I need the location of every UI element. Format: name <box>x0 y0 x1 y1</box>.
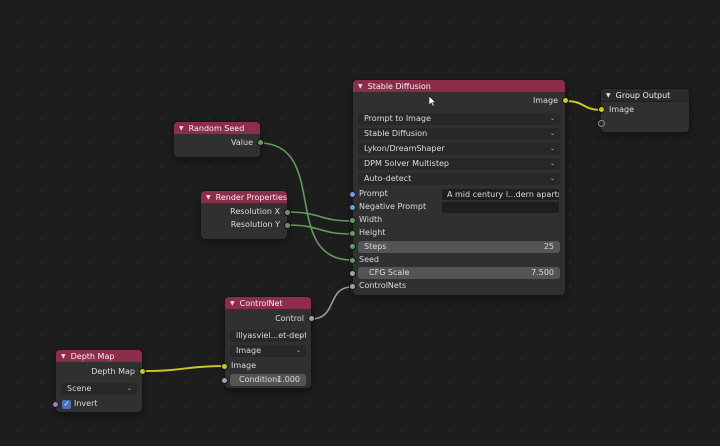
cfg-scale-label: CFG Scale <box>369 268 410 277</box>
node-title: Stable Diffusion <box>367 81 431 91</box>
negative-prompt-socket[interactable] <box>349 204 356 211</box>
depth-map-node[interactable]: ▼ Depth Map Depth Map Scene ⌄ ✓ Invert <box>52 350 146 412</box>
height-socket[interactable] <box>349 230 356 237</box>
collapse-arrow-icon[interactable]: ▼ <box>61 353 66 360</box>
stable-diffusion-node[interactable]: ▼ Stable Diffusion Image Prompt to Image… <box>349 80 569 295</box>
steps-value: 25 <box>543 242 554 251</box>
chevron-down-icon: ⌄ <box>549 115 555 122</box>
group-output-image-label: Image <box>609 105 635 114</box>
chevron-down-icon: ⌄ <box>126 385 132 392</box>
negative-prompt-label: Negative Prompt <box>359 202 427 211</box>
value-socket[interactable] <box>257 139 264 146</box>
backend-dropdown[interactable]: Stable Diffusion ⌄ <box>358 128 560 140</box>
chevron-down-icon: ⌄ <box>549 160 555 167</box>
controlnet-node[interactable]: ▼ ControlNet Control lllyasviel...et-dep… <box>221 297 315 388</box>
collapse-arrow-icon[interactable]: ▼ <box>230 300 235 307</box>
prompt-socket[interactable] <box>349 191 356 198</box>
resolution-x-label: Resolution X <box>230 207 280 216</box>
collapse-arrow-icon[interactable]: ▼ <box>179 125 184 132</box>
stable-diffusion-header[interactable]: ▼ Stable Diffusion <box>353 80 565 92</box>
render-properties-header[interactable]: ▼ Render Properties <box>201 191 287 203</box>
resolution-y-socket[interactable] <box>284 222 291 229</box>
cfg-scale-socket[interactable] <box>349 270 356 277</box>
controlnets-label: ControlNets <box>359 281 407 290</box>
control-socket[interactable] <box>308 315 315 322</box>
steps-label: Steps <box>364 242 387 251</box>
link-control-to-controlnets[interactable] <box>310 286 353 320</box>
width-socket[interactable] <box>349 217 356 224</box>
seed-socket[interactable] <box>349 257 356 264</box>
controlnet-model-dropdown[interactable]: lllyasviel...et-depth ⌄ <box>230 330 306 342</box>
mode-dropdown[interactable]: Prompt to Image ⌄ <box>358 113 560 125</box>
model-dropdown[interactable]: Lykon/DreamShaper ⌄ <box>358 143 560 155</box>
group-output-node[interactable]: ▼ Group Output Image <box>598 89 689 132</box>
value-label: Value <box>231 138 253 147</box>
chevron-down-icon: ⌄ <box>549 175 555 182</box>
conditioning-value: 1.000 <box>277 375 300 384</box>
collapse-arrow-icon[interactable]: ▼ <box>206 194 211 201</box>
device-dropdown[interactable]: Auto-detect ⌄ <box>358 173 560 185</box>
depth-map-output-socket[interactable] <box>139 368 146 375</box>
height-label: Height <box>359 228 386 237</box>
cfg-scale-field[interactable]: CFG Scale 7.500 <box>358 267 560 279</box>
controlnet-image-dropdown[interactable]: Image ⌄ <box>230 345 306 357</box>
chevron-down-icon: ⌄ <box>549 130 555 137</box>
steps-field[interactable]: Steps 25 <box>358 241 560 253</box>
collapse-arrow-icon[interactable]: ▼ <box>358 83 363 90</box>
negative-prompt-input[interactable] <box>442 202 559 213</box>
collapse-arrow-icon[interactable]: ▼ <box>606 92 611 99</box>
conditioning-socket[interactable] <box>221 377 228 384</box>
prompt-input[interactable]: A mid century l...dern apartment <box>442 189 559 200</box>
group-output-image-socket[interactable] <box>598 106 605 113</box>
seed-label: Seed <box>359 255 379 264</box>
group-output-empty-socket[interactable] <box>598 120 605 127</box>
render-properties-node[interactable]: ▼ Render Properties Resolution X Resolut… <box>201 191 291 239</box>
random-seed-header[interactable]: ▼ Random Seed <box>174 122 260 134</box>
cfg-scale-value: 7.500 <box>531 268 554 277</box>
scene-dropdown[interactable]: Scene ⌄ <box>61 383 137 395</box>
controlnet-image-label: Image <box>231 361 257 370</box>
controlnets-socket[interactable] <box>349 283 356 290</box>
link-image-to-group-output[interactable] <box>565 100 603 111</box>
controlnet-image-socket[interactable] <box>221 363 228 370</box>
node-title: Depth Map <box>70 351 115 361</box>
link-resolution-y-to-height[interactable] <box>286 224 353 235</box>
chevron-down-icon: ⌄ <box>295 347 301 354</box>
width-label: Width <box>359 215 383 224</box>
link-depth-map-to-image[interactable] <box>141 365 226 372</box>
conditioning-label: Conditioni <box>239 375 280 384</box>
resolution-y-label: Resolution Y <box>230 220 280 229</box>
scheduler-dropdown[interactable]: DPM Solver Multistep ⌄ <box>358 158 560 170</box>
output-image-label: Image <box>532 96 558 105</box>
steps-socket[interactable] <box>349 243 356 250</box>
output-image-socket[interactable] <box>562 97 569 104</box>
link-resolution-x-to-width[interactable] <box>286 211 353 222</box>
chevron-down-icon: ⌄ <box>549 145 555 152</box>
node-title: Render Properties <box>215 192 288 202</box>
depth-map-output-label: Depth Map <box>91 367 135 376</box>
controlnet-header[interactable]: ▼ ControlNet <box>225 297 311 309</box>
node-title: Group Output <box>615 90 671 100</box>
node-title: ControlNet <box>239 298 283 308</box>
chevron-down-icon: ⌄ <box>298 332 304 339</box>
invert-checkbox[interactable]: ✓ <box>62 400 71 409</box>
control-label: Control <box>275 314 304 323</box>
random-seed-node[interactable]: ▼ Random Seed Value <box>174 122 264 157</box>
prompt-label: Prompt <box>359 189 388 198</box>
depth-map-header[interactable]: ▼ Depth Map <box>56 350 142 362</box>
node-title: Random Seed <box>188 123 245 133</box>
resolution-x-socket[interactable] <box>284 209 291 216</box>
invert-socket[interactable] <box>52 401 59 408</box>
mouse-cursor-icon <box>429 96 437 107</box>
invert-label: Invert <box>74 399 98 408</box>
conditioning-field[interactable]: Conditioni 1.000 <box>230 374 306 386</box>
group-output-header[interactable]: ▼ Group Output <box>601 89 689 102</box>
